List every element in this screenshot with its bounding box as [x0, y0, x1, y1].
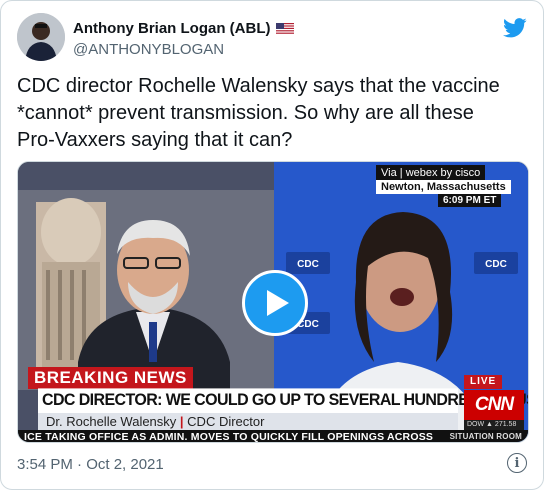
news-ticker: ICE TAKING OFFICE AS ADMIN. MOVES TO QUI…	[18, 430, 528, 443]
video-player[interactable]: CDC CDC CDC Via | webex by cisco Newton,…	[17, 161, 529, 443]
cdc-logo-text-3: CDC	[485, 259, 507, 270]
info-icon[interactable]: i	[507, 453, 527, 473]
author-name-row[interactable]: Anthony Brian Logan (ABL)	[73, 18, 295, 38]
situation-room-label: SITUATION ROOM	[449, 432, 522, 441]
display-name[interactable]: Anthony Brian Logan (ABL)	[73, 20, 270, 37]
tweet-card: Anthony Brian Logan (ABL) @ANTHONYBLOGAN…	[0, 0, 544, 490]
cdc-logo-text: CDC	[297, 259, 319, 270]
twitter-bird-icon[interactable]	[503, 17, 527, 39]
chyron-headline: CDC DIRECTOR: WE COULD GO UP TO SEVERAL …	[38, 388, 528, 414]
tweet-timestamp[interactable]: 3:54 PM · Oct 2, 2021	[17, 456, 164, 473]
breaking-news-label: BREAKING NEWS	[28, 367, 193, 389]
tweet-text: CDC director Rochelle Walensky says that…	[17, 75, 500, 151]
play-icon	[267, 290, 289, 316]
dow-ticker: DOW ▲ 271.58	[464, 420, 524, 430]
guest-title: CDC Director	[187, 414, 265, 429]
location-badge: Newton, Massachusetts	[376, 180, 511, 194]
guest-name: Dr. Rochelle Walensky	[46, 414, 177, 429]
live-badge: LIVE	[464, 375, 503, 389]
chyron-nameplate: Dr. Rochelle Walensky | CDC Director	[38, 413, 458, 431]
avatar[interactable]	[17, 13, 65, 61]
us-flag-icon	[276, 22, 295, 35]
play-button[interactable]	[242, 270, 308, 336]
cnn-logo: CNN	[464, 390, 524, 420]
broadcast-time: 6:09 PM ET	[438, 194, 502, 207]
ticker-text: ICE TAKING OFFICE AS ADMIN. MOVES TO QUI…	[24, 431, 434, 443]
via-webex-badge: Via | webex by cisco	[376, 165, 486, 181]
author-handle[interactable]: @ANTHONYBLOGAN	[73, 41, 224, 58]
